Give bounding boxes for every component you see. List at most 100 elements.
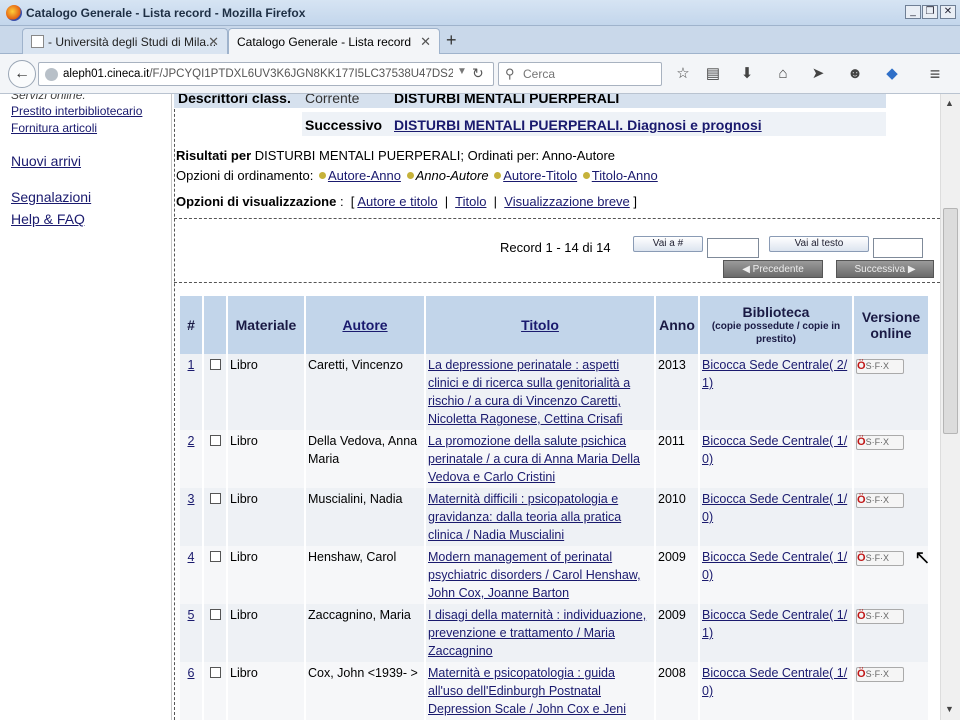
row-checkbox[interactable] [204,430,226,488]
col-author[interactable]: Autore [306,296,424,354]
sort-titolo-anno[interactable]: Titolo-Anno [592,168,658,183]
tab-label: - Università degli Studi di Mila... [48,35,217,49]
home-icon[interactable]: ⌂ [773,65,793,83]
table-row: 4 Libro Henshaw, Carol Modern management… [180,546,928,604]
next-button[interactable]: Successiva ▶ [836,260,934,278]
view-autore-titolo[interactable]: Autore e titolo [357,194,437,209]
row-checkbox[interactable] [204,662,226,720]
col-check [204,296,226,354]
sfx-button[interactable]: ÖS·F·X [856,359,904,374]
sort-autore-anno[interactable]: Autore-Anno [328,168,401,183]
sfx-button[interactable]: ÖS·F·X [856,493,904,508]
descriptor-current-value: DISTURBI MENTALI PUERPERALI [394,94,620,106]
results-table: # Materiale Autore Titolo Anno Bibliotec… [178,296,930,720]
sidebar-item-fornitura[interactable]: Fornitura articoli [11,121,97,135]
descriptor-next-link[interactable]: DISTURBI MENTALI PUERPERALI. Diagnosi e … [394,117,762,133]
send-icon[interactable]: ➤ [808,65,828,83]
reload-icon[interactable]: ↻ [472,65,484,82]
row-checkbox[interactable] [204,354,226,430]
sfx-button[interactable]: ÖS·F·X [856,609,904,624]
sidebar-item-segnalazioni[interactable]: Segnalazioni [11,189,91,205]
back-button[interactable]: ← [8,60,36,88]
row-year: 2013 [656,354,698,430]
row-title: Modern management of perinatal psychiatr… [426,546,654,604]
row-title: Maternità e psicopatologia : guida all'u… [426,662,654,720]
row-material: Libro [228,430,304,488]
close-tab-icon[interactable]: ✕ [420,34,431,50]
sfx-button[interactable]: ÖS·F·X [856,667,904,682]
row-author: Della Vedova, Anna Maria [306,430,424,488]
view-breve[interactable]: Visualizzazione breve [504,194,630,209]
bullet-icon [494,172,502,179]
page-scrollbar[interactable]: ▲ ▼ [940,94,960,720]
col-material: Materiale [228,296,304,354]
sidebar-item-nuovi-arrivi[interactable]: Nuovi arrivi [11,153,81,169]
sfx-button[interactable]: ÖS·F·X [856,551,904,566]
tab-label: Catalogo Generale - Lista record [237,35,412,49]
row-checkbox[interactable] [204,604,226,662]
bullet-icon [406,172,414,179]
row-author: Caretti, Vincenzo [306,354,424,430]
row-number: 3 [180,488,202,546]
goto-text-button[interactable]: Vai al testo [769,236,869,252]
row-online: ÖS·F·X [854,430,928,488]
url-dropdown-icon[interactable]: ▼ [457,66,467,77]
tab-bar: - Università degli Studi di Mila... ✕ Ca… [0,26,960,54]
url-bar[interactable]: aleph01.cineca.it/F/JPCYQI1PTDXL6UV3K6JG… [38,62,494,86]
dashed-separator [174,282,940,283]
col-title[interactable]: Titolo [426,296,654,354]
goto-record-input[interactable] [707,238,759,258]
goto-record-button[interactable]: Vai a # [633,236,703,252]
row-number: 1 [180,354,202,430]
row-year: 2011 [656,430,698,488]
scroll-up-icon[interactable]: ▲ [945,98,954,108]
maximize-button[interactable]: ❐ [922,5,938,19]
col-year: Anno [656,296,698,354]
search-input[interactable] [523,66,653,82]
table-row: 3 Libro Muscialini, Nadia Maternità diff… [180,488,928,546]
view-options: Opzioni di visualizzazione : [ Autore e … [176,194,638,209]
sort-anno-autore: Anno-Autore [415,168,489,183]
row-online: ÖS·F·X [854,662,928,720]
row-library: Bicocca Sede Centrale( 1/ 0) [700,488,852,546]
reading-list-icon[interactable]: ▤ [703,65,723,83]
row-checkbox[interactable] [204,546,226,604]
sidebar: Servizi online: Prestito interbiblioteca… [0,94,172,720]
new-tab-icon[interactable]: + [446,30,457,51]
sfx-button[interactable]: ÖS·F·X [856,435,904,450]
row-checkbox[interactable] [204,488,226,546]
row-number: 4 [180,546,202,604]
goto-text-input[interactable] [873,238,923,258]
close-tab-icon[interactable]: ✕ [208,34,219,50]
sidebar-item-help-faq[interactable]: Help & FAQ [11,211,85,227]
row-title: La depressione perinatale : aspetti clin… [426,354,654,430]
row-online: ÖS·F·X [854,488,928,546]
view-titolo[interactable]: Titolo [455,194,486,209]
table-row: 1 Libro Caretti, Vincenzo La depressione… [180,354,928,430]
smiley-icon[interactable]: ☻ [845,65,865,83]
close-window-button[interactable]: ✕ [940,5,956,19]
previous-button[interactable]: ◀ Precedente [723,260,823,278]
scroll-thumb[interactable] [943,208,958,434]
download-icon[interactable]: ⬇ [737,65,757,83]
firefox-icon [6,5,22,21]
descriptor-next-label: Successivo [305,117,383,133]
main-area: Descrittori class. Corrente DISTURBI MEN… [174,94,940,720]
menu-icon[interactable]: ≡ [925,65,945,83]
graduation-cap-icon[interactable]: ◆ [882,65,902,83]
sidebar-item-prestito[interactable]: Prestito interbibliotecario [11,104,142,118]
bookmark-star-icon[interactable]: ☆ [673,65,693,83]
tab-universita[interactable]: - Università degli Studi di Mila... ✕ [22,28,228,54]
row-author: Henshaw, Carol [306,546,424,604]
tab-catalogo[interactable]: Catalogo Generale - Lista record ✕ [228,28,440,54]
row-author: Cox, John <1939- > [306,662,424,720]
row-number: 6 [180,662,202,720]
search-bar[interactable]: ⚲ [498,62,662,86]
sort-autore-titolo[interactable]: Autore-Titolo [503,168,577,183]
row-material: Libro [228,546,304,604]
row-number: 5 [180,604,202,662]
row-online: ÖS·F·X [854,604,928,662]
scroll-down-icon[interactable]: ▼ [945,704,954,714]
url-text[interactable]: aleph01.cineca.it/F/JPCYQI1PTDXL6UV3K6JG… [63,68,453,80]
minimize-button[interactable]: _ [905,5,921,19]
